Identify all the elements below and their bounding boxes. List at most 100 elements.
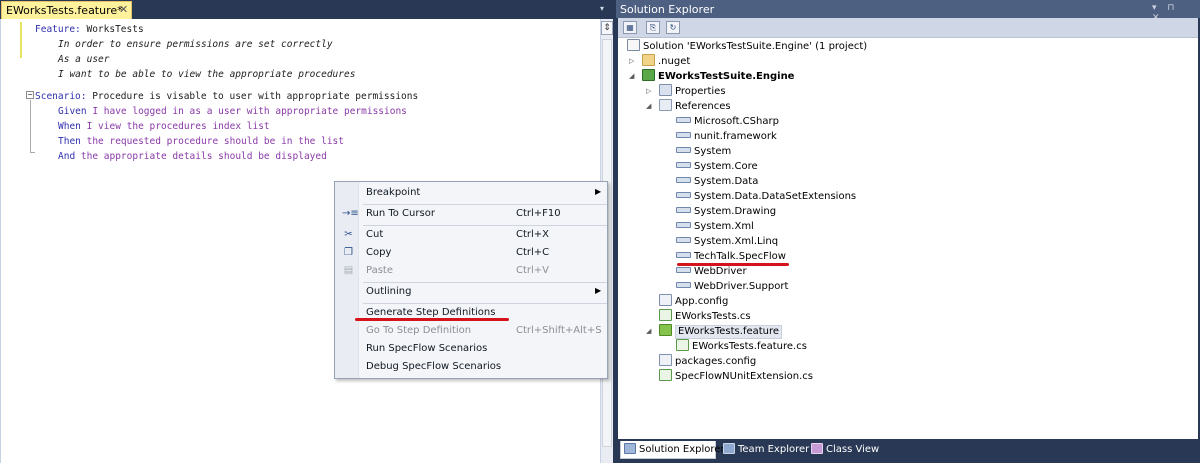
tree-item[interactable]: Microsoft.CSharp bbox=[676, 114, 779, 129]
solution-explorer-pane: Solution Explorer ▾ ⊓ ✕ ▦ ⎘ ↻ Solution '… bbox=[616, 0, 1200, 463]
menu-item-outlining[interactable]: Outlining ▶ bbox=[336, 283, 607, 301]
code-text: In order to ensure permissions are set c… bbox=[58, 39, 333, 50]
solution-explorer-icon bbox=[624, 443, 636, 454]
tree-item-label: References bbox=[675, 101, 731, 112]
tree-item[interactable]: ▷ .nuget bbox=[629, 54, 690, 69]
csharp-project-icon bbox=[642, 69, 655, 81]
collapse-arrow-icon[interactable]: ◢ bbox=[629, 69, 638, 84]
show-all-files-icon[interactable]: ⎘ bbox=[646, 21, 660, 34]
refresh-icon[interactable]: ↻ bbox=[666, 21, 680, 34]
tree-item[interactable]: System.Data.DataSetExtensions bbox=[676, 189, 856, 204]
submenu-arrow-icon: ▶ bbox=[595, 286, 602, 295]
tree-item[interactable]: ◢ References bbox=[646, 99, 731, 114]
code-line-feature: Feature: WorksTests bbox=[35, 22, 144, 37]
tab-solution-explorer[interactable]: Solution Explorer bbox=[620, 441, 725, 459]
solution-explorer-title-bar: Solution Explorer ▾ ⊓ ✕ bbox=[616, 0, 1200, 23]
references-folder-icon bbox=[659, 99, 672, 111]
window-controls-icon[interactable]: ▾ ⊓ ✕ bbox=[1152, 3, 1196, 23]
collapse-arrow-icon[interactable]: ◢ bbox=[646, 324, 655, 339]
keyword: When bbox=[58, 121, 81, 132]
reference-icon bbox=[676, 192, 691, 198]
close-icon[interactable]: ✕ bbox=[119, 3, 128, 16]
document-tab-strip: EWorksTests.feature* ✕ ▾ bbox=[0, 0, 613, 19]
changed-lines-marker bbox=[20, 22, 22, 58]
tree-item-label: nunit.framework bbox=[694, 131, 777, 142]
tree-item[interactable]: ▷ Properties bbox=[646, 84, 726, 99]
code-line-description: I want to be able to view the appropriat… bbox=[58, 67, 355, 82]
tree-item[interactable]: ◢ EWorksTestSuite.Engine bbox=[629, 69, 794, 84]
tree-item-label: TechTalk.SpecFlow bbox=[694, 251, 786, 262]
paste-icon: ▤ bbox=[343, 265, 354, 276]
tab-ewokstests-feature[interactable]: EWorksTests.feature* ✕ bbox=[1, 1, 132, 19]
panel-title: Solution Explorer bbox=[620, 3, 715, 16]
tree-item[interactable]: nunit.framework bbox=[676, 129, 777, 144]
collapse-arrow-icon[interactable]: ◢ bbox=[646, 99, 655, 114]
tree-item-label: System.Data.DataSetExtensions bbox=[694, 191, 857, 202]
tree-item[interactable]: System.Xml.Linq bbox=[676, 234, 778, 249]
tree-item-label: Properties bbox=[675, 86, 726, 97]
tab-class-view[interactable]: Class View bbox=[808, 441, 879, 459]
menu-item-run-to-cursor[interactable]: →≡ Run To Cursor Ctrl+F10 bbox=[336, 205, 607, 223]
cs-file-icon bbox=[659, 309, 672, 321]
annotation-underline-generate-step-definitions bbox=[355, 318, 509, 321]
class-view-icon bbox=[811, 443, 823, 454]
submenu-arrow-icon: ▶ bbox=[595, 187, 602, 196]
reference-icon bbox=[676, 177, 691, 183]
tree-item-label: SpecFlowNUnitExtension.cs bbox=[675, 371, 813, 382]
tab-label: Solution Explorer bbox=[639, 444, 725, 455]
tree-item-label: System.Core bbox=[694, 161, 758, 172]
config-file-icon bbox=[659, 354, 672, 366]
tree-item[interactable]: System.Core bbox=[676, 159, 758, 174]
tree-item[interactable]: ◢ EWorksTests.feature bbox=[646, 324, 783, 339]
chevron-down-icon[interactable]: ▾ bbox=[600, 4, 608, 14]
menu-item-run-specflow-scenarios[interactable]: Run SpecFlow Scenarios bbox=[336, 340, 607, 358]
copy-icon: ❐ bbox=[344, 247, 353, 258]
menu-item-go-to-step-definition[interactable]: Go To Step Definition Ctrl+Shift+Alt+S bbox=[336, 322, 607, 340]
tree-item[interactable]: WebDriver bbox=[676, 264, 747, 279]
tree-item-label: System.Drawing bbox=[694, 206, 777, 217]
menu-item-copy[interactable]: ❐ Copy Ctrl+C bbox=[336, 244, 607, 262]
menu-item-shortcut: Ctrl+X bbox=[516, 229, 550, 240]
menu-item-label: Cut bbox=[366, 229, 384, 240]
tree-item[interactable]: packages.config bbox=[659, 354, 756, 369]
expand-arrow-icon[interactable]: ▷ bbox=[629, 54, 638, 69]
tree-item[interactable]: EWorksTests.cs bbox=[659, 309, 751, 324]
tab-label: Team Explorer bbox=[738, 444, 810, 455]
tree-item-label: EWorksTests.cs bbox=[675, 311, 751, 322]
menu-item-paste[interactable]: ▤ Paste Ctrl+V bbox=[336, 262, 607, 280]
collapse-toggle-icon[interactable]: − bbox=[26, 91, 34, 99]
cs-file-icon bbox=[676, 339, 689, 351]
feature-file-icon bbox=[659, 324, 672, 336]
tree-item-label: App.config bbox=[675, 296, 729, 307]
properties-icon[interactable]: ▦ bbox=[623, 21, 637, 34]
tree-item[interactable]: System bbox=[676, 144, 731, 159]
tree-item[interactable]: System.Data bbox=[676, 174, 758, 189]
tree-item[interactable]: EWorksTests.feature.cs bbox=[676, 339, 807, 354]
reference-icon bbox=[676, 252, 691, 258]
menu-item-debug-specflow-scenarios[interactable]: Debug SpecFlow Scenarios bbox=[336, 358, 607, 376]
tree-item[interactable]: App.config bbox=[659, 294, 728, 309]
tree-item-label: WebDriver bbox=[694, 266, 747, 277]
tab-team-explorer[interactable]: Team Explorer bbox=[720, 441, 810, 459]
keyword: Then bbox=[58, 136, 81, 147]
tree-item[interactable]: SpecFlowNUnitExtension.cs bbox=[659, 369, 813, 384]
split-window-icon[interactable]: ⇕ bbox=[601, 21, 613, 35]
tree-item[interactable]: System.Xml bbox=[676, 219, 754, 234]
menu-item-shortcut: Ctrl+C bbox=[516, 247, 550, 258]
tree-item[interactable]: System.Drawing bbox=[676, 204, 776, 219]
code-line-step: Then the requested procedure should be i… bbox=[58, 134, 344, 149]
menu-item-cut[interactable]: ✂ Cut Ctrl+X bbox=[336, 226, 607, 244]
tree-item[interactable]: Solution 'EWorksTestSuite.Engine' (1 pro… bbox=[627, 39, 867, 54]
tree-item[interactable]: WebDriver.Support bbox=[676, 279, 788, 294]
run-to-cursor-icon: →≡ bbox=[342, 208, 359, 219]
code-text: As a user bbox=[58, 54, 110, 65]
tree-item-label: System.Xml bbox=[694, 221, 754, 232]
solution-tree[interactable]: Solution 'EWorksTestSuite.Engine' (1 pro… bbox=[618, 38, 1198, 439]
menu-item-breakpoint[interactable]: Breakpoint ▶ bbox=[336, 184, 607, 202]
menu-item-label: Breakpoint bbox=[366, 187, 421, 198]
tab-title: EWorksTests.feature* bbox=[6, 4, 123, 17]
expand-arrow-icon[interactable]: ▷ bbox=[646, 84, 655, 99]
tree-item[interactable]: TechTalk.SpecFlow bbox=[676, 249, 786, 264]
menu-item-label: Run To Cursor bbox=[366, 208, 435, 219]
keyword: Given bbox=[58, 106, 87, 117]
